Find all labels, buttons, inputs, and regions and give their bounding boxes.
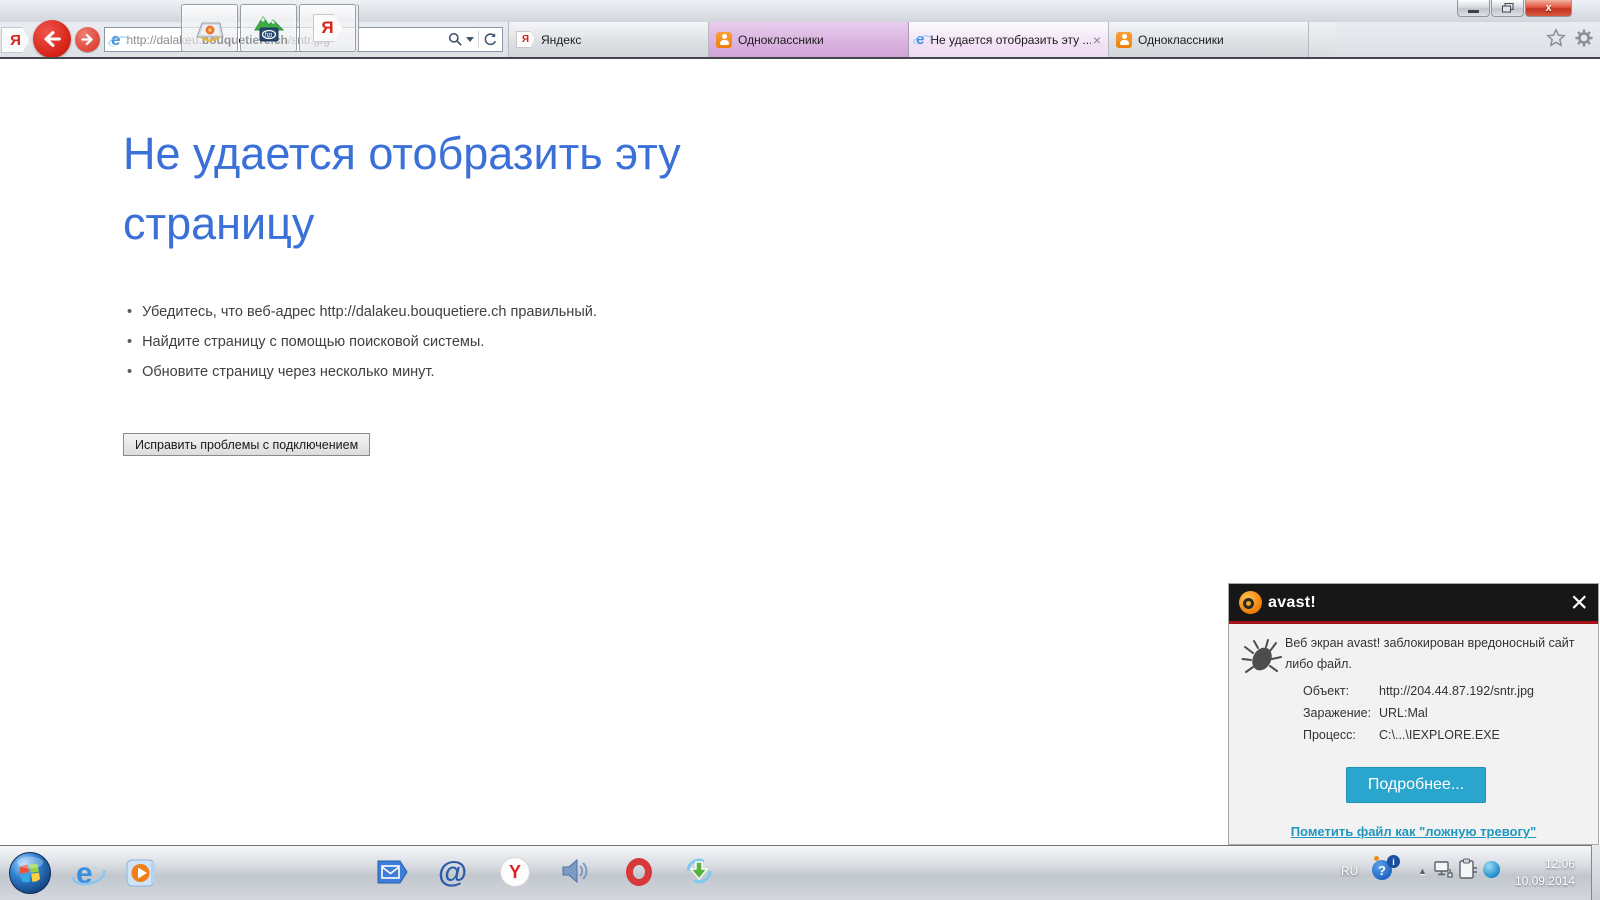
avast-field-object: Объект: http://204.44.87.192/sntr.jpg (1303, 684, 1534, 698)
address-bar-divider (478, 31, 479, 48)
taskbar-opera-icon[interactable] (626, 858, 652, 886)
yandex-app-icon: Я (312, 14, 343, 42)
avast-field-process: Процесс: C:\...\IEXPLORE.EXE (1303, 728, 1500, 742)
favorites-star-icon[interactable] (1546, 28, 1566, 53)
avast-details-button[interactable]: Подробнее... (1346, 767, 1486, 803)
tray-date: 10.09.2014 (1514, 874, 1575, 888)
new-tab-button[interactable] (1308, 22, 1335, 57)
ie-page-icon: e (111, 30, 121, 49)
back-arrow-icon (44, 31, 61, 47)
avast-popup: avast! × Веб экран avast! заблокирован в… (1228, 583, 1599, 845)
avast-popup-header: avast! × (1229, 584, 1598, 621)
taskbar-photo-app-button[interactable] (181, 4, 238, 52)
tab-yandex[interactable]: Я Яндекс (508, 22, 708, 57)
tab-close-icon[interactable]: × (1093, 33, 1101, 47)
suggestion-list: Убедитесь, что веб-адрес http://dalakeu.… (127, 302, 827, 392)
suggestion-item: Найдите страницу с помощью поисковой сис… (127, 332, 827, 352)
hp-icon: hp (253, 16, 284, 42)
taskbar-yandex-browser-icon[interactable]: Y (500, 857, 530, 887)
tray-clipboard-icon[interactable] (1458, 858, 1478, 880)
close-icon: x (1545, 2, 1552, 14)
odnoklassniki-icon (716, 31, 732, 48)
minimize-icon (1468, 10, 1479, 13)
show-desktop-button[interactable] (1591, 845, 1600, 900)
close-button[interactable]: x (1525, 0, 1572, 17)
odnoklassniki-icon (1116, 31, 1132, 48)
tray-clock[interactable]: 12:06 10.09.2014 (1495, 856, 1575, 890)
avast-brand: avast! (1268, 593, 1317, 611)
page-title: Не удается отобразить эту страницу (123, 128, 681, 249)
avast-logo-icon (1239, 591, 1262, 614)
tray-network-icon[interactable] (1434, 860, 1456, 880)
forward-button[interactable] (75, 27, 100, 52)
show-hidden-icons-button[interactable]: ▲ (1418, 866, 1427, 876)
bug-icon (1241, 639, 1282, 673)
taskbar-ie-icon[interactable]: e (70, 856, 106, 890)
tray-time: 12:06 (1544, 857, 1575, 871)
desktop: x Я e http://dalakeu.bouquetiere.ch/sntr… (0, 0, 1600, 900)
taskbar-yandex-button[interactable]: Я (299, 4, 356, 52)
taskbar-hp-button[interactable]: hp (240, 4, 297, 52)
avast-message: Веб экран avast! заблокирован вредоносны… (1285, 636, 1575, 671)
photo-app-icon (195, 22, 224, 42)
address-dropdown-icon[interactable] (466, 37, 474, 42)
avast-detail-fields: Объект: http://204.44.87.192/sntr.jpg За… (1303, 684, 1534, 750)
restore-button[interactable] (1491, 0, 1524, 17)
suggestion-item: Обновите страницу через несколько минут. (127, 362, 827, 382)
tray-language-indicator[interactable]: RU (1341, 864, 1358, 878)
forward-arrow-icon (81, 34, 93, 45)
taskbar-wmp-icon[interactable] (126, 857, 158, 889)
tray-punto-icon[interactable]: ? i (1372, 855, 1402, 885)
taskbar-mail-icon[interactable] (376, 857, 408, 887)
refresh-icon[interactable] (483, 32, 498, 47)
tab-bar: Я Яндекс Одноклассники e Не удается отоб… (508, 22, 1335, 57)
restore-icon (1501, 3, 1513, 13)
settings-gear-icon[interactable] (1574, 28, 1594, 53)
avast-field-infection: Заражение: URL:Mal (1303, 706, 1428, 720)
avast-false-alarm-link[interactable]: Пометить файл как "ложную тревогу" (1229, 824, 1598, 839)
tab-error-page[interactable]: e Не удается отобразить эту ... × (908, 22, 1108, 57)
back-button[interactable] (33, 20, 71, 58)
hp-label: hp (264, 32, 272, 39)
window-controls: x (1456, 0, 1572, 17)
taskbar-mediaget-icon[interactable] (684, 856, 714, 886)
tab-odnoklassniki-2[interactable]: Одноклассники (1108, 22, 1308, 57)
avast-close-icon[interactable]: × (1570, 587, 1588, 617)
avast-popup-body: Веб экран avast! заблокирован вредоносны… (1229, 624, 1598, 844)
taskbar-volume-icon[interactable] (560, 857, 590, 885)
minimize-button[interactable] (1457, 0, 1490, 17)
search-icon[interactable] (448, 32, 463, 47)
ie-tab-icon: e (916, 31, 925, 48)
taskbar-mailru-agent-icon[interactable]: @ (438, 856, 467, 890)
yandex-tab-icon: Я (516, 31, 535, 48)
suggestion-item: Убедитесь, что веб-адрес http://dalakeu.… (127, 302, 827, 322)
tab-odnoklassniki-1[interactable]: Одноклассники (708, 22, 908, 57)
fix-connection-button[interactable]: Исправить проблемы с подключением (123, 433, 371, 456)
start-button[interactable] (8, 851, 52, 895)
taskbar (0, 845, 1600, 900)
